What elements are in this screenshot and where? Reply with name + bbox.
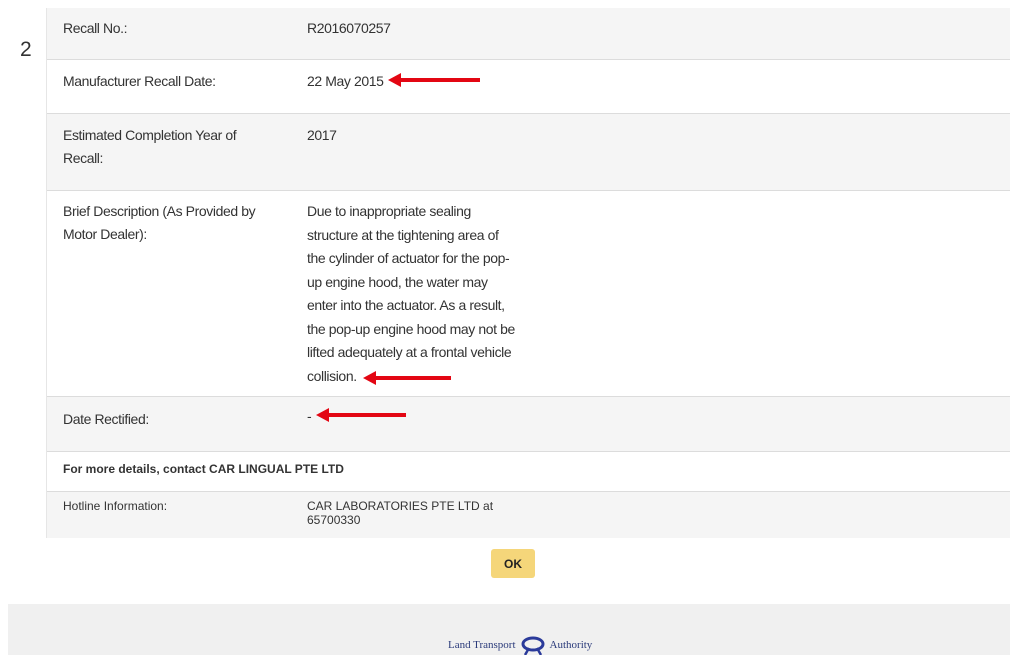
hotline-label: Hotline Information: [63, 499, 168, 513]
record-index-column [8, 8, 46, 538]
lta-emblem-icon [521, 636, 545, 655]
hotline-value: CAR LABORATORIES PTE LTD at 65700330 [307, 499, 493, 527]
estimated-completion-label-line-1: Estimated Completion Year of [63, 127, 237, 143]
description-line: enter into the actuator. As a result, [307, 297, 505, 313]
contact-heading-row: For more details, contact CAR LINGUAL PT… [47, 451, 1010, 492]
footer: Land Transport Authority [8, 604, 1010, 655]
red-arrow-icon [316, 408, 406, 422]
ok-button[interactable]: OK [491, 549, 535, 578]
estimated-completion-row: Estimated Completion Year of Recall: 201… [47, 114, 1010, 191]
logo-text-left: Land Transport [448, 639, 516, 651]
lta-logo[interactable]: Land Transport Authority [448, 635, 592, 655]
description-line: the pop-up engine hood may not be [307, 320, 515, 337]
brief-description-label: Brief Description (As Provided by Motor … [63, 200, 273, 246]
estimated-completion-label: Estimated Completion Year of Recall: [63, 124, 273, 170]
brief-description-label-line-2: Motor Dealer): [63, 226, 147, 242]
date-rectified-label: Date Rectified: [63, 411, 149, 427]
date-rectified-row: Date Rectified: - [47, 397, 1010, 451]
red-arrow-icon [388, 73, 480, 87]
estimated-completion-label-line-2: Recall: [63, 150, 103, 166]
contact-heading: For more details, contact CAR LINGUAL PT… [63, 462, 344, 476]
description-line: up engine hood, the water may [307, 273, 488, 290]
logo-text-right: Authority [549, 639, 593, 651]
date-rectified-value: - [307, 408, 312, 424]
hotline-value-line-1: CAR LABORATORIES PTE LTD at [307, 499, 494, 513]
description-line: the cylinder of actuator for the pop- [307, 250, 510, 266]
description-line: structure at the tightening area of [307, 226, 499, 243]
hotline-value-line-2: 65700330 [307, 513, 361, 527]
recall-no-label: Recall No.: [63, 20, 128, 36]
description-line: Due to inappropriate sealing [307, 203, 471, 219]
estimated-completion-value: 2017 [307, 127, 337, 143]
manufacturer-recall-date-value: 22 May 2015 [307, 73, 384, 89]
brief-description-value: Due to inappropriate sealing structure a… [307, 200, 515, 388]
recall-no-value: R2016070257 [307, 20, 391, 36]
manufacturer-recall-date-label: Manufacturer Recall Date: [63, 73, 216, 89]
brief-description-label-line-1: Brief Description (As Provided by [63, 203, 256, 219]
brief-description-row: Brief Description (As Provided by Motor … [47, 191, 1010, 397]
recall-no-row: Recall No.: R2016070257 [47, 8, 1010, 60]
red-arrow-icon [363, 371, 451, 385]
hotline-row: Hotline Information: CAR LABORATORIES PT… [47, 492, 1010, 538]
manufacturer-recall-date-row: Manufacturer Recall Date: 22 May 2015 [47, 60, 1010, 114]
description-line: lifted adequately at a frontal vehicle [307, 344, 512, 360]
record-index: 2 [20, 38, 32, 61]
